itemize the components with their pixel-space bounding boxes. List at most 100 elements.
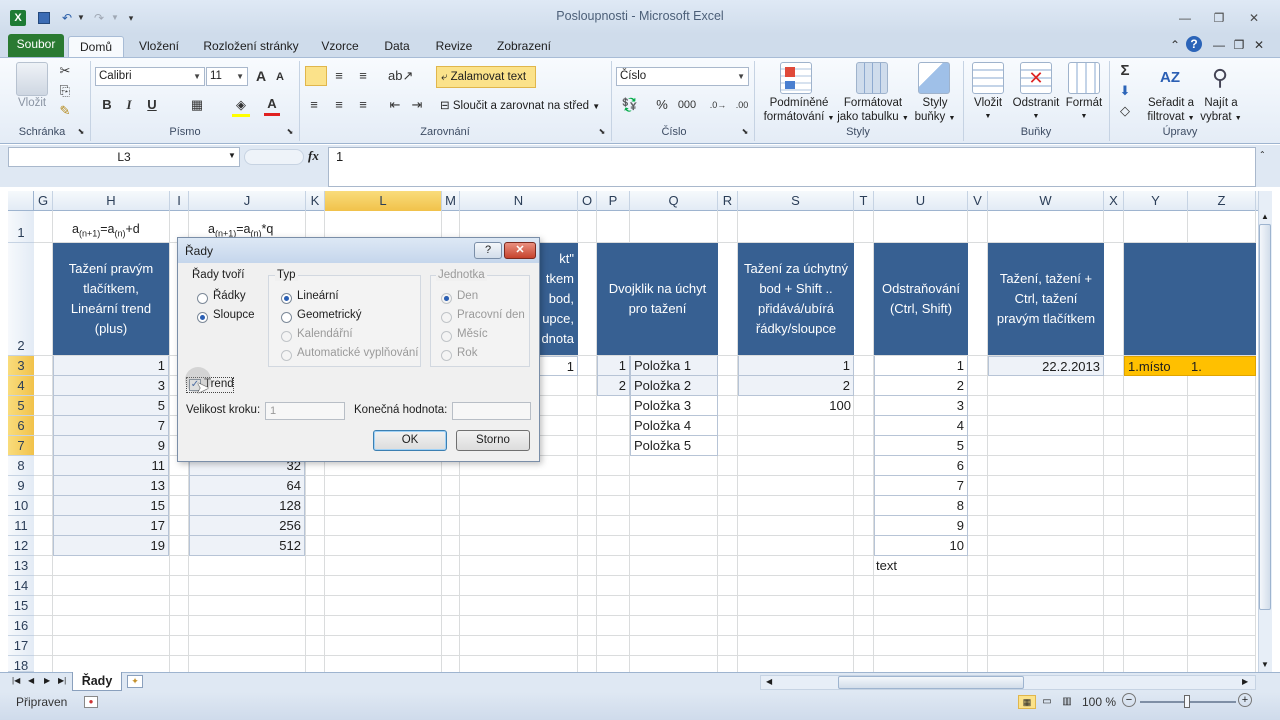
column-header-h[interactable]: H [53, 191, 170, 211]
cell-q3[interactable]: Položka 1 [630, 356, 718, 376]
rady-tvori-radio-2[interactable] [197, 312, 208, 323]
cell-j12[interactable]: 512 [189, 536, 305, 556]
zoom-out-icon[interactable]: − [1122, 693, 1136, 707]
formula-bar-splitter[interactable] [244, 149, 304, 165]
tab-data[interactable]: Data [374, 36, 420, 58]
zoom-level[interactable]: 100 % [1082, 695, 1116, 709]
header-cell-h[interactable]: Tažení pravým tlačítkem, Lineární trend … [53, 243, 169, 355]
insert-cells-button[interactable]: Vložit ▼ [972, 96, 1004, 124]
cell-styles-button[interactable]: Styly buňky ▼ [912, 96, 958, 126]
scroll-down-icon[interactable]: ▼ [1259, 660, 1271, 669]
sheet-nav-last-icon[interactable]: ▶| [58, 676, 66, 685]
row-header-17[interactable]: 17 [8, 636, 34, 656]
cell-h11[interactable]: 17 [53, 516, 169, 536]
currency-icon[interactable]: 💱 [620, 96, 640, 114]
column-header-y[interactable]: Y [1124, 191, 1188, 211]
copy-icon[interactable]: ⎘ [56, 82, 74, 100]
cell-w3[interactable]: 22.2.2013 [988, 356, 1104, 376]
cell-h4[interactable]: 3 [53, 376, 169, 396]
number-launcher-icon[interactable]: ⬊ [740, 127, 750, 137]
tab-page-layout[interactable]: Rozložení stránky [196, 36, 306, 58]
column-header-j[interactable]: J [189, 191, 306, 211]
align-middle-icon[interactable]: ≡ [330, 67, 348, 85]
zoom-slider-thumb[interactable] [1184, 695, 1190, 708]
cell-h9[interactable]: 13 [53, 476, 169, 496]
row-header-8[interactable]: 8 [8, 456, 34, 476]
font-size-combo[interactable]: 11 ▼ [206, 67, 248, 86]
sheet-nav-prev-icon[interactable]: ◀ [28, 676, 34, 685]
cell-u8[interactable]: 6 [874, 456, 968, 476]
select-all-corner[interactable] [8, 191, 34, 211]
align-left-icon[interactable]: ≡ [305, 96, 323, 114]
cell-styles-icon[interactable] [918, 62, 950, 94]
column-header-k[interactable]: K [306, 191, 325, 211]
column-header-z[interactable]: Z [1188, 191, 1256, 211]
column-header-s[interactable]: S [738, 191, 854, 211]
column-header-w[interactable]: W [988, 191, 1104, 211]
cell-u13[interactable]: text [876, 556, 897, 576]
cell-q5[interactable]: Položka 3 [630, 396, 718, 416]
cell-j11[interactable]: 256 [189, 516, 305, 536]
increase-decimal-icon[interactable]: .0→ [708, 96, 728, 114]
row-header-3[interactable]: 3 [8, 356, 34, 376]
row-header-10[interactable]: 10 [8, 496, 34, 516]
delete-cells-button[interactable]: Odstranit ▼ [1010, 96, 1062, 124]
dialog-close-button[interactable]: ✕ [504, 242, 536, 259]
font-color-icon[interactable]: A [264, 95, 280, 116]
cell-h12[interactable]: 19 [53, 536, 169, 556]
bold-button[interactable]: B [98, 96, 116, 114]
cell-h6[interactable]: 7 [53, 416, 169, 436]
row-header-16[interactable]: 16 [8, 616, 34, 636]
sort-filter-button[interactable]: Seřadit a filtrovat ▼ [1144, 96, 1198, 126]
italic-button[interactable]: I [120, 96, 138, 114]
minimize-button[interactable]: — [1172, 9, 1198, 27]
typ-radio-2[interactable] [281, 312, 292, 323]
row-header-2[interactable]: 2 [8, 243, 34, 356]
cell-j9[interactable]: 64 [189, 476, 305, 496]
cell-u10[interactable]: 8 [874, 496, 968, 516]
clear-icon[interactable]: ◇ [1116, 102, 1134, 120]
formula-input[interactable] [328, 147, 1256, 187]
tab-view[interactable]: Zobrazení [490, 36, 558, 58]
cell-q7[interactable]: Položka 5 [630, 436, 718, 456]
fill-color-icon[interactable]: ◈ [232, 96, 250, 117]
horizontal-scroll-thumb[interactable] [838, 676, 1024, 689]
cell-q6[interactable]: Položka 4 [630, 416, 718, 436]
decrease-decimal-icon[interactable]: .00 [732, 96, 752, 114]
shrink-font-icon[interactable]: A [272, 68, 288, 86]
maximize-button[interactable]: ❐ [1206, 9, 1232, 27]
cell-h8[interactable]: 11 [53, 456, 169, 476]
insert-function-icon[interactable]: fx [308, 148, 319, 164]
row-header-4[interactable]: 4 [8, 376, 34, 396]
row-header-9[interactable]: 9 [8, 476, 34, 496]
header-cell-y[interactable] [1124, 243, 1256, 355]
font-launcher-icon[interactable]: ⬊ [285, 127, 295, 137]
wrap-text-button[interactable]: ⤶ Zalamovat text [436, 66, 536, 88]
clipboard-launcher-icon[interactable]: ⬊ [76, 127, 86, 137]
thousands-button[interactable]: 000 [676, 96, 698, 114]
expand-formula-bar-icon[interactable]: ⌃ [1259, 150, 1266, 159]
cell-u4[interactable]: 2 [874, 376, 968, 396]
cell-h3[interactable]: 1 [53, 356, 169, 376]
cell-u6[interactable]: 4 [874, 416, 968, 436]
cut-icon[interactable]: ✂ [56, 62, 74, 80]
sort-filter-icon[interactable]: AZ [1154, 62, 1186, 94]
conditional-formatting-icon[interactable] [780, 62, 812, 94]
row-header-1[interactable]: 1 [8, 211, 34, 243]
cell-h10[interactable]: 15 [53, 496, 169, 516]
column-header-q[interactable]: Q [630, 191, 718, 211]
column-header-u[interactable]: U [874, 191, 968, 211]
vertical-scroll-thumb[interactable] [1259, 224, 1271, 610]
sheet-nav-next-icon[interactable]: ▶ [44, 676, 50, 685]
format-as-table-button[interactable]: Formátovat jako tabulku ▼ [836, 96, 910, 126]
column-header-i[interactable]: I [170, 191, 189, 211]
close-button[interactable]: ✕ [1241, 9, 1267, 27]
align-bottom-icon[interactable]: ≡ [354, 67, 372, 85]
align-top-icon[interactable] [305, 66, 327, 86]
column-header-r[interactable]: R [718, 191, 738, 211]
page-break-view-icon[interactable]: ▥ [1058, 695, 1076, 709]
dialog-help-button[interactable]: ? [474, 242, 502, 259]
fill-icon[interactable]: ⬇ [1116, 82, 1134, 100]
row-header-12[interactable]: 12 [8, 536, 34, 556]
cancel-button[interactable]: Storno [456, 430, 530, 451]
